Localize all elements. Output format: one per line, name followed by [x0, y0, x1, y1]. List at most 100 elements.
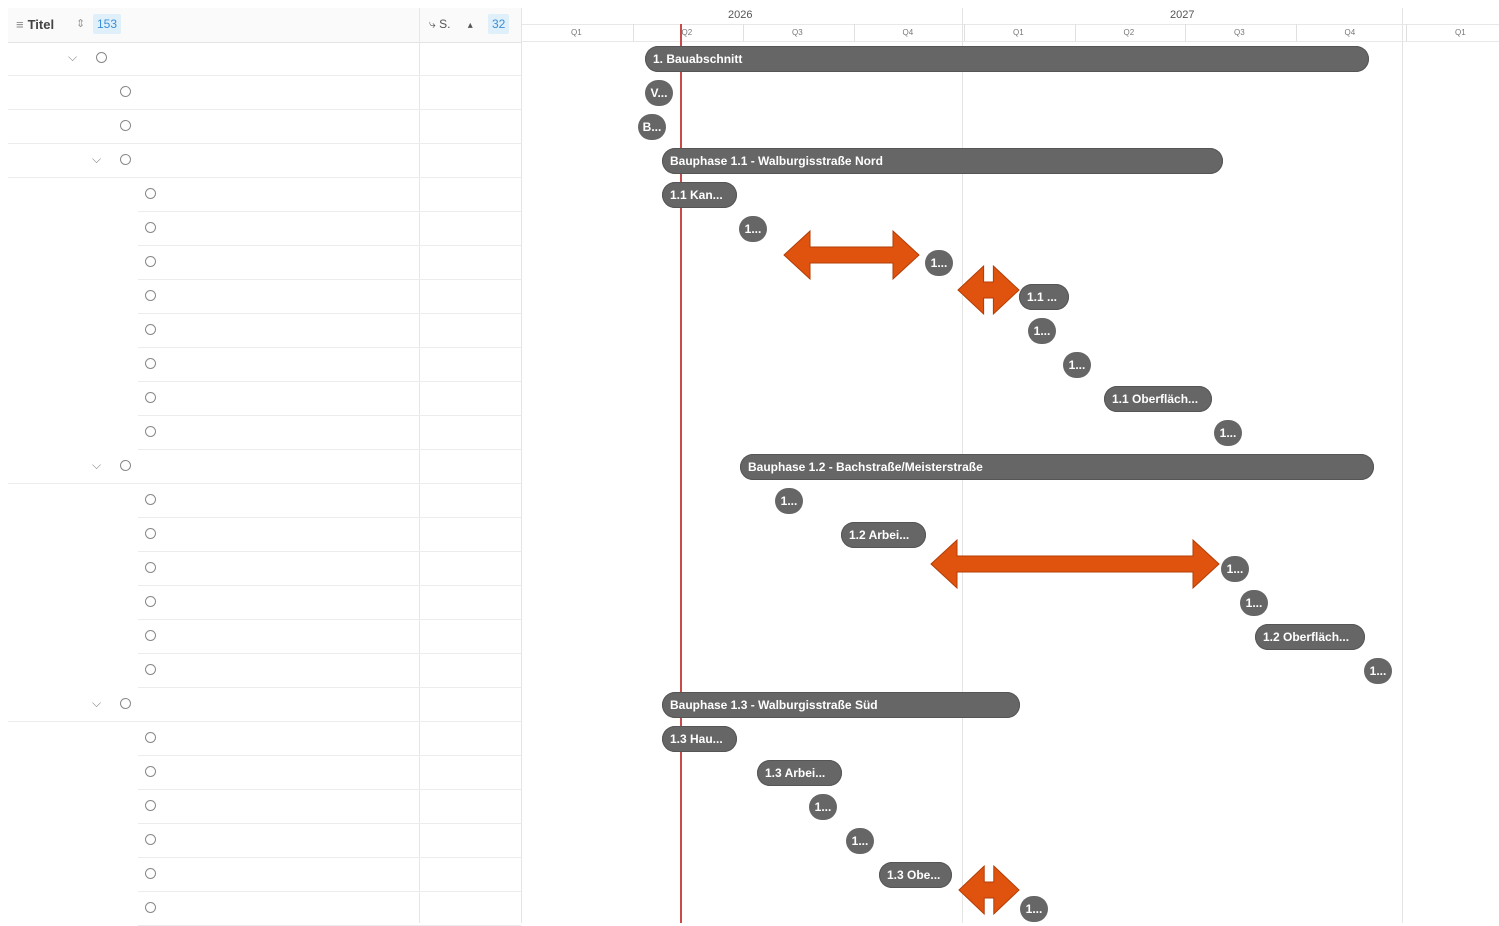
table-row[interactable] [8, 586, 521, 620]
chevron-down-icon[interactable]: ⌵ [92, 152, 101, 167]
status-circle-icon[interactable] [145, 222, 156, 233]
status-circle-icon[interactable] [145, 358, 156, 369]
milestone-bar[interactable]: 1... [775, 488, 803, 514]
number-column-header[interactable]: ⤷ S. ▴ [429, 17, 473, 32]
table-row[interactable]: ⌵ [8, 144, 521, 178]
status-circle-icon[interactable] [145, 766, 156, 777]
table-row[interactable]: ⌵ [8, 42, 521, 76]
milestone-bar[interactable]: V... [645, 80, 673, 106]
status-circle-icon[interactable] [145, 324, 156, 335]
table-row[interactable]: ⌵ [8, 450, 521, 484]
milestone-bar[interactable]: 1... [1214, 420, 1242, 446]
table-row[interactable] [8, 382, 521, 416]
quarter-tick [964, 24, 965, 41]
milestone-bar[interactable]: 1... [1028, 318, 1056, 344]
milestone-bar[interactable]: 1... [809, 794, 837, 820]
timeline-header-line [522, 41, 1499, 42]
status-circle-icon[interactable] [145, 868, 156, 879]
summary-bar[interactable]: Bauphase 1.1 - Walburgisstraße Nord [662, 148, 1223, 174]
quarter-tick [632, 24, 634, 41]
milestone-bar[interactable]: 1... [1221, 556, 1249, 582]
chevron-down-icon[interactable]: ⌵ [68, 50, 77, 65]
status-circle-icon[interactable] [145, 528, 156, 539]
status-circle-icon[interactable] [120, 86, 131, 97]
sort-arrow-icon[interactable]: ▴ [468, 20, 473, 31]
table-row[interactable] [8, 76, 521, 110]
year-label: 2027 [1170, 9, 1195, 21]
status-circle-icon[interactable] [145, 256, 156, 267]
status-circle-icon[interactable] [145, 392, 156, 403]
task-bar[interactable]: 1.1 Oberfläch... [1104, 386, 1212, 412]
status-circle-icon[interactable] [96, 52, 107, 63]
table-row[interactable] [8, 314, 521, 348]
table-row[interactable] [8, 790, 521, 824]
status-circle-icon[interactable] [145, 426, 156, 437]
task-bar[interactable]: 1.2 Oberfläch... [1255, 624, 1365, 650]
summary-bar[interactable]: 1. Bauabschnitt [645, 46, 1369, 72]
table-row[interactable] [8, 246, 521, 280]
status-circle-icon[interactable] [145, 800, 156, 811]
task-bar[interactable]: 1.1 Kan... [662, 182, 737, 208]
status-circle-icon[interactable] [145, 596, 156, 607]
quarter-tick [853, 24, 855, 41]
quarter-tick [1185, 24, 1186, 41]
chevron-down-icon[interactable]: ⌵ [92, 696, 101, 711]
quarter-label: Q1 [571, 28, 582, 37]
quarter-label: Q4 [902, 28, 914, 37]
quarter-label: Q3 [792, 28, 803, 37]
status-circle-icon[interactable] [145, 290, 156, 301]
milestone-bar[interactable]: 1... [1020, 896, 1048, 922]
chevron-down-icon[interactable]: ⌵ [92, 458, 101, 473]
status-circle-icon[interactable] [120, 154, 131, 165]
milestone-bar[interactable]: 1... [846, 828, 874, 854]
summary-bar[interactable]: Bauphase 1.3 - Walburgisstraße Süd [662, 692, 1020, 718]
status-circle-icon[interactable] [145, 630, 156, 641]
status-circle-icon[interactable] [145, 732, 156, 743]
double-arrow-icon [957, 264, 1020, 316]
sort-icon[interactable]: ⇕ [76, 17, 85, 30]
task-bar[interactable]: 1.1 ... [1019, 284, 1069, 310]
title-column-header[interactable]: ≡ Titel [16, 17, 54, 32]
task-bar[interactable]: 1.2 Arbei... [841, 522, 926, 548]
task-bar[interactable]: 1.3 Arbei... [757, 760, 842, 786]
table-row[interactable] [8, 518, 521, 552]
task-bar[interactable]: 1.3 Hau... [662, 726, 737, 752]
milestone-bar[interactable]: 1... [1364, 658, 1392, 684]
status-circle-icon[interactable] [120, 460, 131, 471]
status-circle-icon[interactable] [120, 120, 131, 131]
milestone-bar[interactable]: B... [638, 114, 666, 140]
table-row[interactable] [8, 484, 521, 518]
status-circle-icon[interactable] [145, 188, 156, 199]
status-circle-icon[interactable] [145, 902, 156, 913]
task-table: ≡ Titel ⇕ 153 ⤷ S. ▴ 32 ⌵ ⌵ ⌵ ⌵ [8, 8, 521, 926]
milestone-bar[interactable]: 1... [925, 250, 953, 276]
task-bar[interactable]: 1.3 Obe... [879, 862, 952, 888]
milestone-bar[interactable]: 1... [1063, 352, 1091, 378]
table-row[interactable] [8, 552, 521, 586]
status-circle-icon[interactable] [145, 562, 156, 573]
status-circle-icon[interactable] [120, 698, 131, 709]
status-circle-icon[interactable] [145, 834, 156, 845]
status-circle-icon[interactable] [145, 664, 156, 675]
table-row[interactable] [8, 620, 521, 654]
table-row[interactable] [8, 110, 521, 144]
quarter-tick [743, 24, 744, 41]
status-circle-icon[interactable] [145, 494, 156, 505]
table-row[interactable] [8, 756, 521, 790]
table-row[interactable] [8, 892, 521, 926]
table-row[interactable] [8, 348, 521, 382]
table-row[interactable] [8, 654, 521, 688]
table-row[interactable] [8, 280, 521, 314]
table-row[interactable]: ⌵ [8, 688, 521, 722]
table-row[interactable] [8, 722, 521, 756]
table-row[interactable] [8, 416, 521, 450]
number-count-badge: 32 [488, 14, 510, 34]
summary-bar[interactable]: Bauphase 1.2 - Bachstraße/Meisterstraße [740, 454, 1374, 480]
table-row[interactable] [8, 212, 521, 246]
table-row[interactable] [8, 178, 521, 212]
table-row[interactable] [8, 824, 521, 858]
milestone-bar[interactable]: 1... [1240, 590, 1268, 616]
table-row[interactable] [8, 858, 521, 892]
year-label: 2026 [728, 9, 753, 21]
milestone-bar[interactable]: 1... [739, 216, 767, 242]
